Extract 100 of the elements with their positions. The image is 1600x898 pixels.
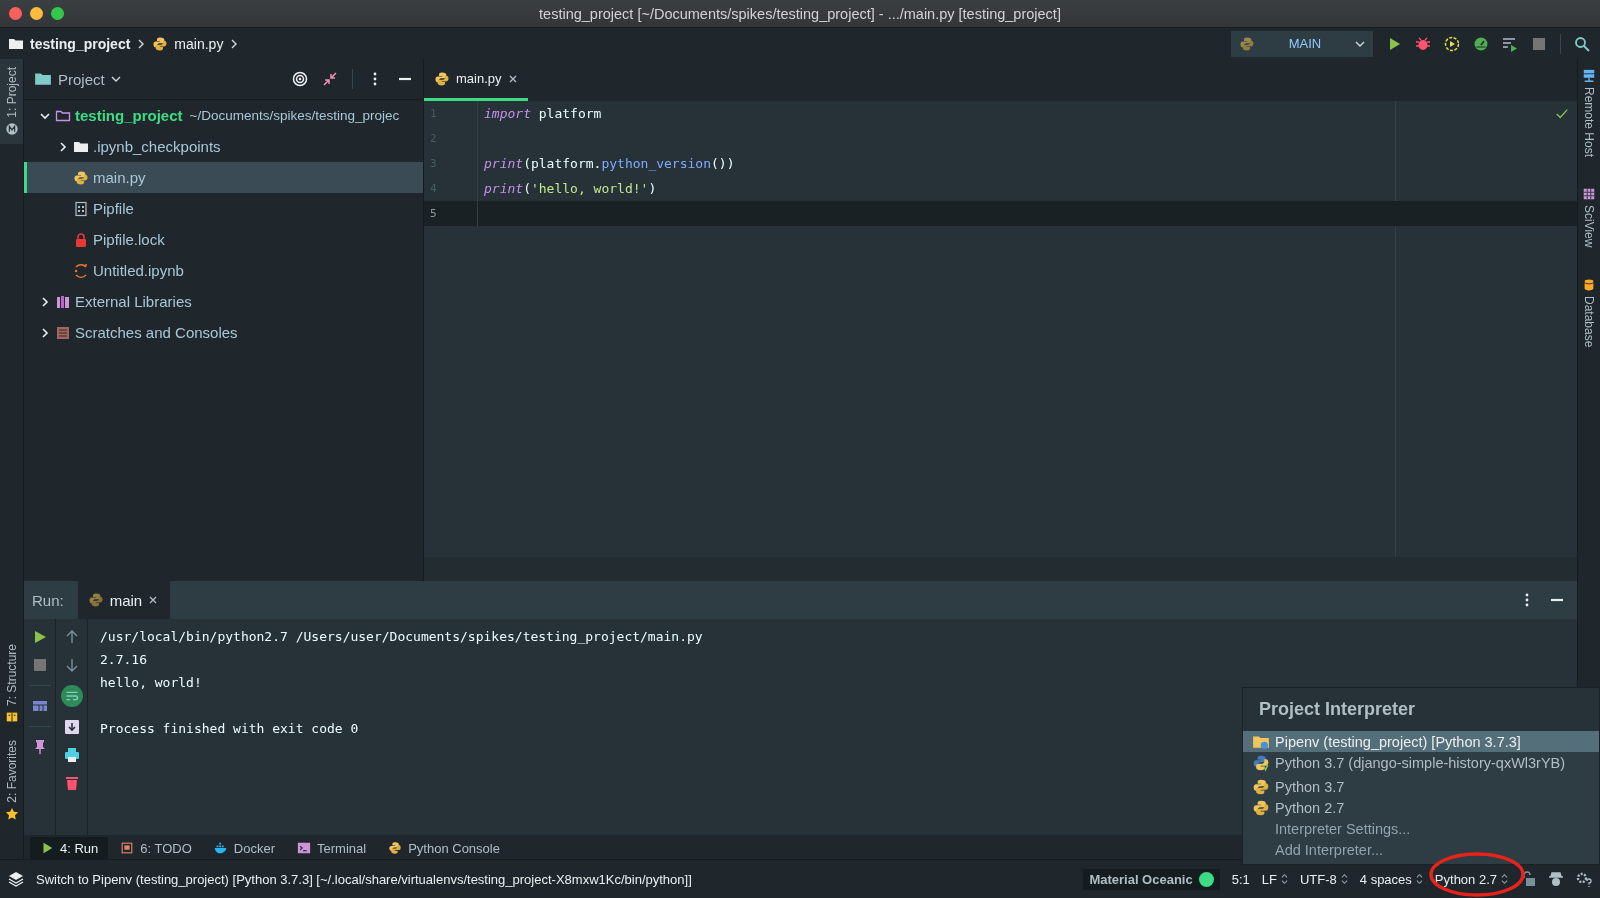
tree-item[interactable]: Pipfile.lock [24, 224, 423, 255]
collapse-icon[interactable] [322, 71, 338, 87]
status-widget[interactable]: 4 spaces [1359, 871, 1423, 887]
run-configuration-dropdown[interactable]: MAIN [1231, 30, 1373, 57]
status-widget[interactable]: UTF-8 [1299, 871, 1348, 887]
target-icon[interactable] [292, 71, 308, 87]
tool-window-label: Remote Host [1582, 87, 1596, 158]
gauge-icon[interactable] [1473, 35, 1489, 52]
tool-window-tab[interactable]: 1: Project [0, 59, 23, 144]
tool-window-label: Database [1582, 295, 1596, 347]
server-icon [1582, 69, 1596, 83]
database-icon [1582, 277, 1596, 292]
star-icon [4, 807, 19, 821]
up-down-icon [1340, 873, 1348, 885]
menu-item[interactable]: Interpreter Settings... [1243, 818, 1599, 839]
tree-item-label: .ipynb_checkpoints [93, 138, 221, 155]
console-line: Process finished with exit code 0 [100, 720, 360, 738]
maximize-window-button[interactable] [51, 7, 64, 20]
interpreter-option[interactable]: Python 3.7 [1243, 776, 1599, 797]
badge-icon [4, 121, 19, 136]
grid-icon [1582, 187, 1596, 202]
download-icon[interactable] [63, 719, 80, 735]
notebook-icon [73, 262, 89, 279]
checkmark-icon [1555, 107, 1569, 121]
search-icon[interactable] [1574, 35, 1590, 52]
lock-icon [73, 231, 89, 248]
list-icon [55, 324, 71, 341]
print-icon[interactable] [63, 747, 80, 763]
tool-window-tab[interactable]: 6: TODO [110, 837, 202, 859]
tool-window-label: 1: Project [4, 67, 19, 118]
folder-icon [34, 70, 52, 88]
python-icon [1252, 798, 1270, 817]
soft-wrap-icon[interactable] [60, 685, 83, 707]
chevron-right-icon[interactable] [40, 327, 50, 338]
tool-window-tab[interactable]: 7: Structure [0, 636, 23, 733]
python-icon [1239, 35, 1255, 52]
tree-item-label: Pipfile.lock [93, 231, 165, 248]
console-line: hello, world! [100, 674, 203, 692]
line-number: 5 [424, 201, 478, 226]
interpreter-option[interactable]: Python 3.7 (django-simple-history-qxWl3rYB) [1243, 752, 1599, 773]
tree-item[interactable]: Untitled.ipynb [24, 255, 423, 286]
inspector-icon[interactable] [1548, 871, 1564, 887]
chevron-down-icon[interactable] [40, 110, 50, 121]
close-window-button[interactable] [9, 7, 22, 20]
tool-window-tab[interactable]: Terminal [287, 837, 377, 859]
tree-item-label: main.py [93, 169, 146, 186]
up-down-icon [1501, 873, 1508, 885]
status-widget[interactable]: 5:1 [1231, 871, 1250, 887]
python-icon [152, 35, 169, 52]
tool-window-tab[interactable]: SciView [1578, 187, 1600, 248]
python-icon [1252, 753, 1270, 772]
tree-item-label: Pipfile [93, 200, 134, 217]
menu-item[interactable]: Add Interpreter... [1243, 839, 1599, 860]
stop-icon[interactable] [31, 657, 48, 673]
interpreter-option[interactable]: Pipenv (testing_project) [Python 3.7.3] [1243, 731, 1599, 752]
tree-item[interactable]: main.py [24, 162, 423, 193]
breadcrumb-item[interactable]: main.py [174, 35, 224, 52]
minimize-window-button[interactable] [30, 7, 43, 20]
python-icon [388, 841, 403, 855]
close-icon[interactable] [148, 595, 159, 605]
code-line: print(platform.python_version()) [483, 156, 735, 171]
tool-window-tab[interactable]: Database [1578, 277, 1600, 347]
checklist-icon [120, 841, 135, 855]
tool-window-tab[interactable]: Docker [203, 837, 286, 859]
layers-icon[interactable] [8, 871, 24, 887]
tool-window-label: 7: Structure [4, 644, 19, 707]
bug-icon[interactable] [1415, 35, 1431, 52]
tool-window-tab[interactable]: 2: Favorites [0, 732, 23, 829]
chevron-right-icon[interactable] [40, 296, 50, 307]
code-line: import platform [483, 106, 602, 121]
coverage-icon[interactable] [1444, 35, 1460, 52]
window-title: testing_project [~/Documents/spikes/testing_project] - .../main.py [testing_project] [539, 5, 1061, 22]
tree-item[interactable]: .ipynb_checkpoints [24, 131, 423, 162]
run-tab[interactable]: main [77, 581, 171, 619]
chevron-right-icon[interactable] [58, 141, 68, 152]
project-view-dropdown[interactable]: Project [34, 70, 121, 88]
code-line: print('hello, world!') [483, 181, 657, 196]
tree-item[interactable]: testing_project ~/Documents/spikes/testing_projec [24, 100, 423, 131]
interpreter-option[interactable]: Python 2.7 [1243, 797, 1599, 818]
run-list-icon[interactable] [1502, 35, 1518, 52]
up-down-icon [1280, 873, 1288, 885]
stop-icon[interactable] [1531, 35, 1547, 52]
tree-item[interactable]: Pipfile [24, 193, 423, 224]
breadcrumb-item[interactable]: testing_project [30, 35, 131, 52]
tree-item[interactable]: Scratches and Consoles [24, 317, 423, 348]
project-path: ~/Documents/spikes/testing_projec [189, 108, 400, 123]
status-dot-icon [1198, 871, 1214, 887]
layout-icon[interactable] [31, 698, 48, 714]
popup-title: Project Interpreter [1243, 688, 1599, 731]
settings-icon[interactable] [1576, 871, 1592, 887]
python-icon [434, 70, 450, 87]
tool-window-tab[interactable]: 4: Run [30, 837, 109, 859]
tree-item[interactable]: External Libraries [24, 286, 423, 317]
tool-window-tab[interactable]: Python Console [378, 837, 510, 859]
tool-window-tab[interactable]: Remote Host [1578, 69, 1600, 158]
status-widget[interactable]: LF [1261, 871, 1288, 887]
status-message: Switch to Pipenv (testing_project) [Python 3.7.3] [~/.local/share/virtualenvs/testing_project-X8mxw1Kc/bin/python]] [36, 871, 692, 887]
trash-icon[interactable] [63, 775, 80, 791]
theme-indicator[interactable]: Material Oceanic [1083, 868, 1220, 890]
close-icon[interactable] [507, 73, 518, 84]
